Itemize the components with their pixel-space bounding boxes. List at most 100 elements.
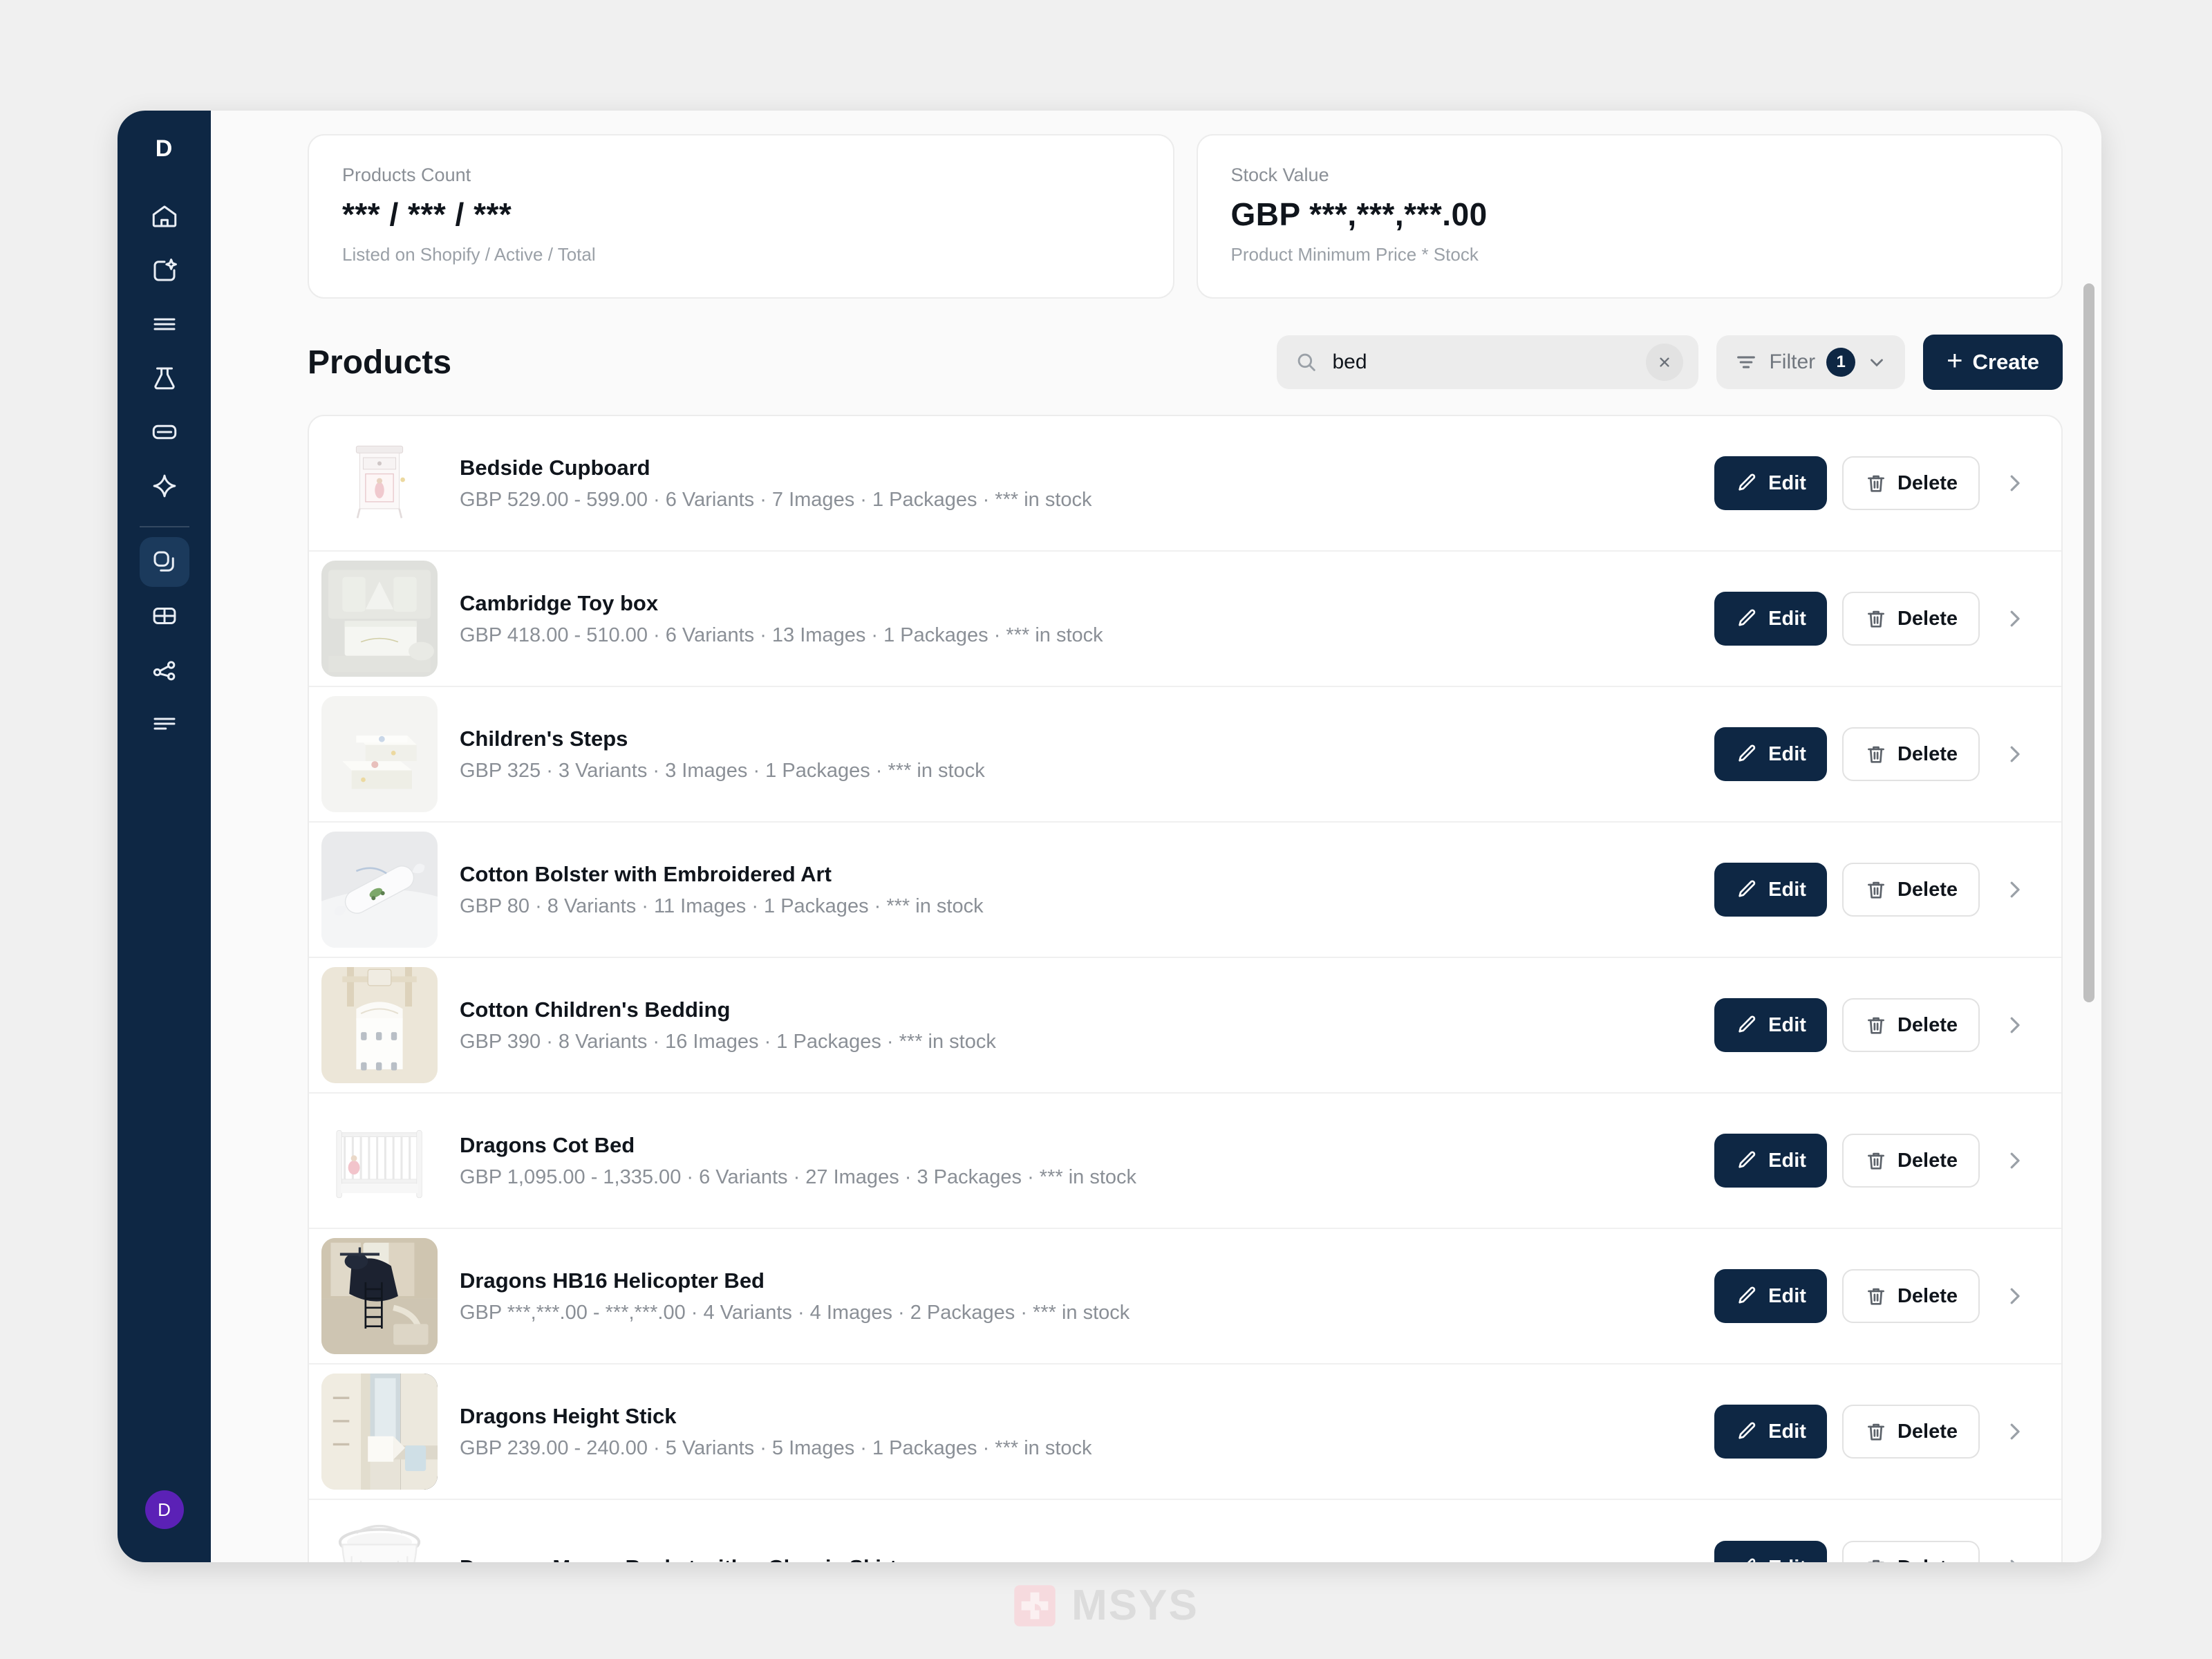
product-info: Dragons Cot Bed GBP 1,095.00 - 1,335.00 ·… <box>438 1133 1714 1189</box>
filter-button[interactable]: Filter 1 <box>1716 335 1906 389</box>
chevron-right-icon[interactable] <box>2002 877 2027 902</box>
sidebar-item-magic[interactable] <box>140 245 189 295</box>
edit-label: Edit <box>1768 1420 1806 1443</box>
pencil-icon <box>1735 878 1759 901</box>
table-row[interactable]: Children's Steps GBP 325 · 3 Variants · 3… <box>309 687 2061 823</box>
clear-search-icon[interactable] <box>1646 344 1684 381</box>
product-thumbnail <box>321 1238 438 1354</box>
table-row[interactable]: Cotton Children's Bedding GBP 390 · 8 Var… <box>309 958 2061 1094</box>
avatar[interactable]: D <box>144 1490 184 1529</box>
delete-label: Delete <box>1897 878 1958 901</box>
product-name: Dragons Moses Basket with a Classic Skir… <box>460 1555 1714 1562</box>
edit-button[interactable]: Edit <box>1714 1134 1827 1188</box>
chevron-right-icon[interactable] <box>2002 1148 2027 1173</box>
row-actions: Edit Delete <box>1714 998 2027 1052</box>
delete-button[interactable]: Delete <box>1841 1541 1980 1562</box>
sidebar-item-integrations[interactable] <box>140 645 189 695</box>
filter-label: Filter <box>1769 350 1816 373</box>
search-icon <box>1295 350 1318 374</box>
chevron-right-icon[interactable] <box>2002 1555 2027 1562</box>
table-row[interactable]: Dragons HB16 Helicopter Bed GBP ***,***.0… <box>309 1229 2061 1365</box>
edit-label: Edit <box>1768 878 1806 901</box>
edit-button[interactable]: Edit <box>1714 998 1827 1052</box>
chevron-right-icon[interactable] <box>2002 606 2027 631</box>
stat-label: Products Count <box>342 165 471 185</box>
scrollbar[interactable] <box>2083 283 2094 1002</box>
sidebar-item-products[interactable] <box>139 537 189 587</box>
sparkle-icon <box>150 471 179 500</box>
row-actions: Edit Delete <box>1714 1134 2027 1188</box>
app-window: D D Products Count *** / *** / *** Liste… <box>118 111 2101 1562</box>
create-button[interactable]: + Create <box>1923 335 2063 390</box>
pencil-icon <box>1735 1556 1759 1562</box>
edit-button[interactable]: Edit <box>1714 1541 1827 1562</box>
stat-sublabel: Product Minimum Price * Stock <box>1230 244 1479 265</box>
product-meta: GBP 80 · 8 Variants · 11 Images · 1 Pack… <box>460 894 984 917</box>
chevron-right-icon[interactable] <box>2002 1284 2027 1309</box>
product-meta: GBP 1,095.00 - 1,335.00 · 6 Variants · 2… <box>460 1165 1137 1188</box>
product-meta: GBP 325 · 3 Variants · 3 Images · 1 Pack… <box>460 759 985 782</box>
sidebar-item-home[interactable] <box>140 191 189 241</box>
chevron-right-icon[interactable] <box>2002 1013 2027 1038</box>
pencil-icon <box>1735 1420 1759 1443</box>
product-meta: GBP 390 · 8 Variants · 16 Images · 1 Pac… <box>460 1030 996 1053</box>
edit-button[interactable]: Edit <box>1714 1405 1827 1459</box>
delete-button[interactable]: Delete <box>1841 1269 1980 1323</box>
delete-button[interactable]: Delete <box>1841 592 1980 646</box>
edit-label: Edit <box>1768 1557 1806 1563</box>
edit-button[interactable]: Edit <box>1714 456 1827 510</box>
brand-mark: D <box>155 135 174 162</box>
delete-label: Delete <box>1897 1013 1958 1036</box>
table-row[interactable]: Dragons Moses Basket with a Classic Skir… <box>309 1500 2061 1562</box>
pencil-icon <box>1735 607 1759 630</box>
delete-label: Delete <box>1897 607 1958 630</box>
trash-icon <box>1864 1556 1888 1562</box>
table-icon <box>150 601 179 630</box>
edit-button[interactable]: Edit <box>1714 592 1827 646</box>
product-name: Dragons HB16 Helicopter Bed <box>460 1268 765 1293</box>
table-row[interactable]: Cotton Bolster with Embroidered Art GBP 8… <box>309 823 2061 958</box>
edit-button[interactable]: Edit <box>1714 863 1827 917</box>
trash-icon <box>1864 742 1888 766</box>
sidebar-item-ai[interactable] <box>140 461 189 511</box>
row-actions: Edit Delete <box>1714 727 2027 781</box>
delete-button[interactable]: Delete <box>1841 727 1980 781</box>
sidebar-item-experiments[interactable] <box>140 353 189 403</box>
product-info: Children's Steps GBP 325 · 3 Variants · 3… <box>438 727 1714 782</box>
sidebar-item-logs[interactable] <box>140 699 189 749</box>
edit-button[interactable]: Edit <box>1714 727 1827 781</box>
edit-button[interactable]: Edit <box>1714 1269 1827 1323</box>
search-box[interactable] <box>1277 335 1699 389</box>
table-row[interactable]: Cambridge Toy box GBP 418.00 - 510.00 · 6… <box>309 552 2061 687</box>
delete-button[interactable]: Delete <box>1841 456 1980 510</box>
delete-button[interactable]: Delete <box>1841 1405 1980 1459</box>
delete-label: Delete <box>1897 1149 1958 1172</box>
delete-button[interactable]: Delete <box>1841 863 1980 917</box>
sidebar-item-lists[interactable] <box>140 299 189 349</box>
sidebar-divider <box>139 526 189 527</box>
table-row[interactable]: Dragons Cot Bed GBP 1,095.00 - 1,335.00 ·… <box>309 1094 2061 1229</box>
table-row[interactable]: Dragons Height Stick GBP 239.00 - 240.00 … <box>309 1365 2061 1500</box>
search-input[interactable] <box>1318 350 1647 374</box>
msys-logo-icon <box>1013 1584 1056 1627</box>
product-info: Dragons Height Stick GBP 239.00 - 240.00 … <box>438 1404 1714 1460</box>
chevron-right-icon[interactable] <box>2002 742 2027 767</box>
delete-label: Delete <box>1897 742 1958 765</box>
product-thumbnail <box>321 1374 438 1490</box>
edit-label: Edit <box>1768 1149 1806 1172</box>
product-info: Cambridge Toy box GBP 418.00 - 510.00 · 6… <box>438 591 1714 647</box>
chevron-down-icon <box>1866 352 1887 373</box>
product-meta: GBP 418.00 - 510.00 · 6 Variants · 13 Im… <box>460 624 1103 646</box>
pencil-icon <box>1735 1149 1759 1172</box>
delete-button[interactable]: Delete <box>1841 1134 1980 1188</box>
chevron-right-icon[interactable] <box>2002 471 2027 496</box>
flask-icon <box>150 364 179 393</box>
sidebar-item-tables[interactable] <box>140 591 189 641</box>
sidebar-item-cards[interactable] <box>140 407 189 457</box>
row-actions: Edit Delete <box>1714 1269 2027 1323</box>
delete-label: Delete <box>1897 1420 1958 1443</box>
chevron-right-icon[interactable] <box>2002 1419 2027 1444</box>
sparkle-share-icon <box>150 256 179 285</box>
delete-button[interactable]: Delete <box>1841 998 1980 1052</box>
table-row[interactable]: Bedside Cupboard GBP 529.00 - 599.00 · 6 … <box>309 416 2061 552</box>
